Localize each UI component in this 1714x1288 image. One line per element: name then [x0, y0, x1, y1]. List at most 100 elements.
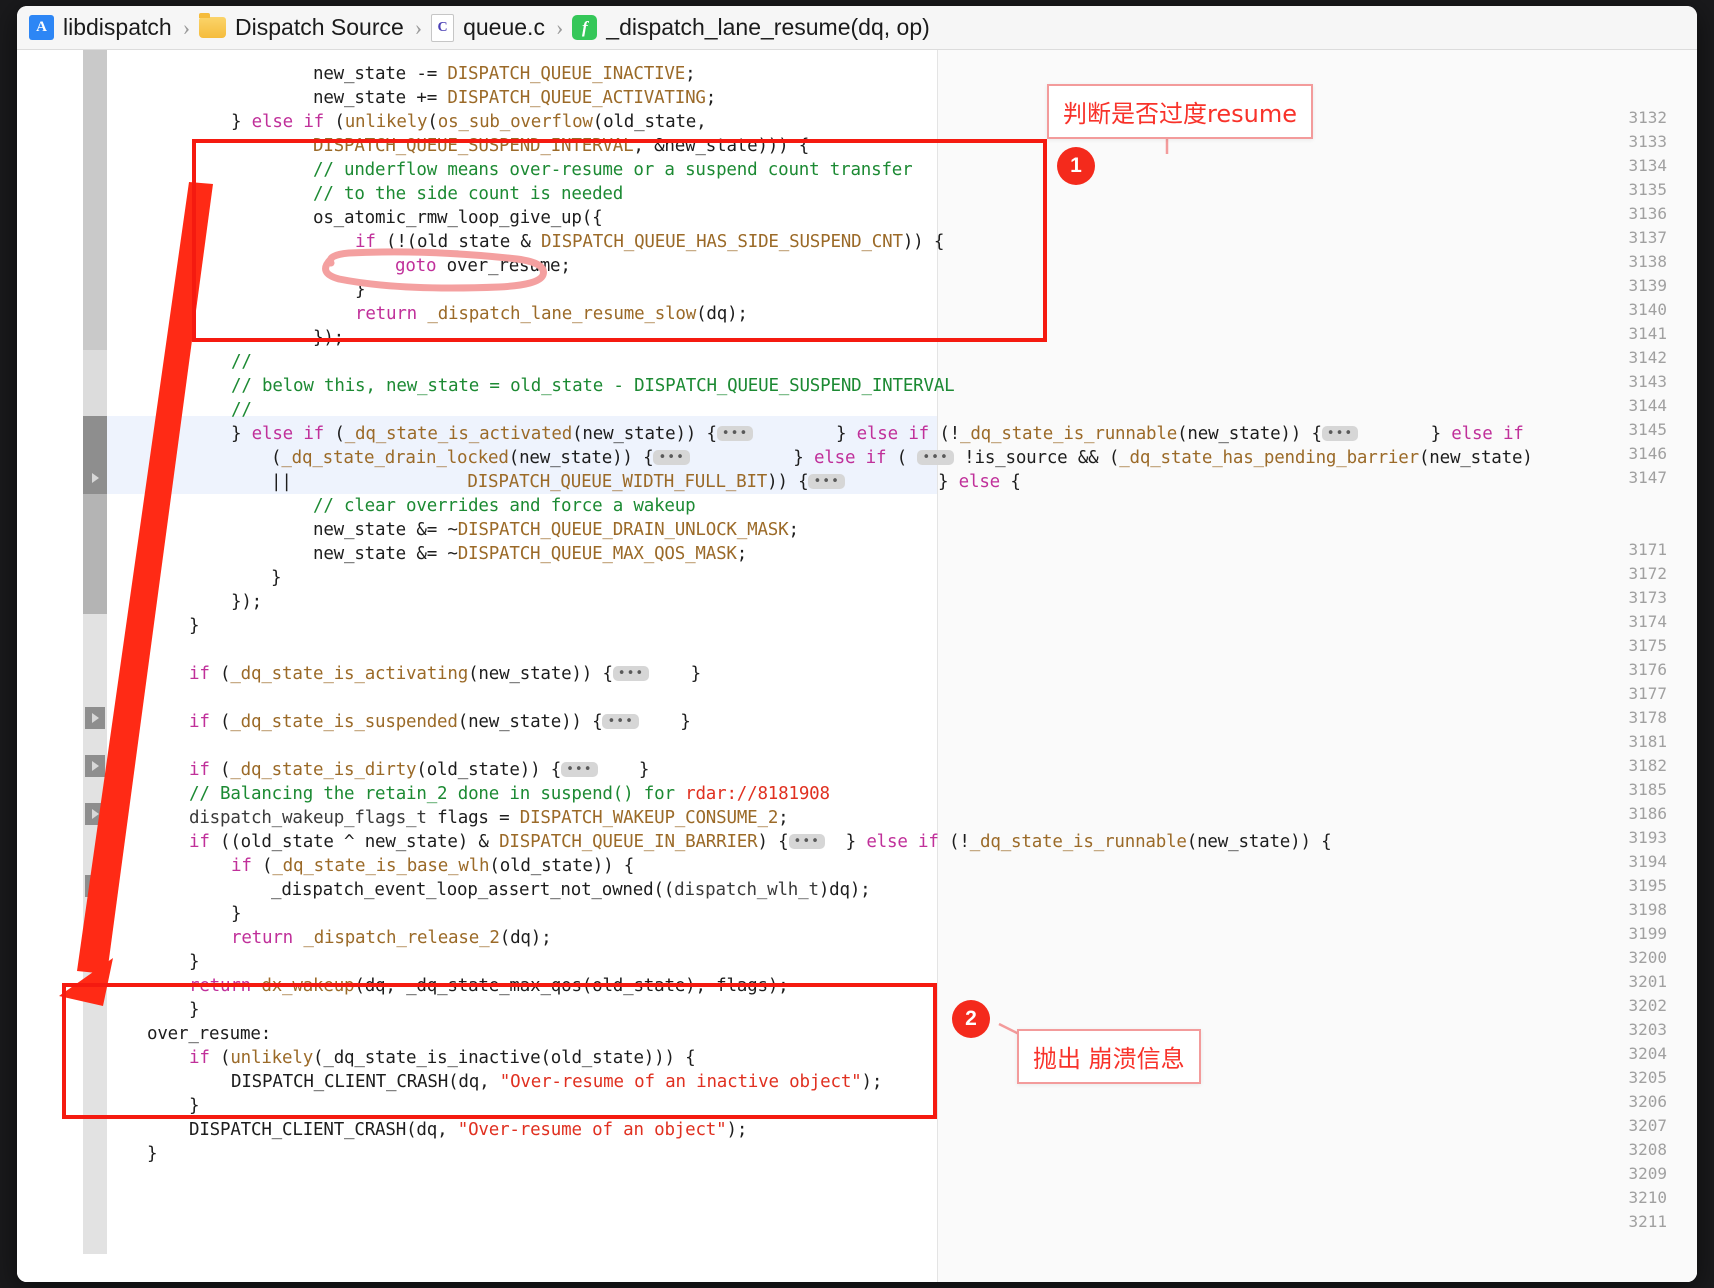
- code-token: }: [189, 952, 200, 972]
- folded-code-placeholder[interactable]: •••: [917, 450, 954, 465]
- code-line: }: [107, 1094, 200, 1118]
- line-number: 3203: [1628, 1020, 1667, 1039]
- folded-code-placeholder[interactable]: •••: [612, 666, 650, 681]
- code-token: )) {: [902, 232, 945, 252]
- breadcrumb-separator: ›: [414, 14, 423, 40]
- code-token: // clear overrides and force a wakeup: [313, 496, 696, 516]
- code-token: }: [231, 424, 252, 444]
- code-token: (: [209, 712, 231, 732]
- breadcrumb-label: libdispatch: [63, 14, 172, 40]
- code-token: else if: [251, 112, 325, 132]
- code-token: DISPATCH_QUEUE_WIDTH_FULL_BIT: [467, 472, 768, 492]
- line-number: 3140: [1628, 300, 1667, 319]
- code-token: if: [189, 712, 210, 732]
- code-token: DISPATCH_QUEUE_INACTIVE: [447, 64, 686, 84]
- code-token: DISPATCH_QUEUE_DRAIN_UNLOCK_MASK: [457, 520, 789, 540]
- code-line: if (_dq_state_is_suspended(new_state)) {…: [107, 710, 691, 734]
- code-line: } else if (_dq_state_is_activated(new_st…: [107, 422, 1524, 446]
- line-number: 3132: [1628, 108, 1667, 127]
- code-line: }: [107, 1142, 158, 1166]
- change-bar-lower: [83, 494, 107, 614]
- code-token: }: [753, 424, 857, 444]
- code-token: DISPATCH_WAKEUP_CONSUME_2: [519, 808, 779, 828]
- code-token: new_state &= ~: [313, 544, 458, 564]
- line-number: 3141: [1628, 324, 1667, 343]
- code-fold-triangle[interactable]: [85, 707, 105, 729]
- code-line: || DISPATCH_QUEUE_WIDTH_FULL_BIT)) {••• …: [107, 470, 1021, 494]
- code-token: //: [231, 400, 252, 420]
- code-token: if: [189, 664, 210, 684]
- code-token: else if: [251, 424, 325, 444]
- line-number: 3205: [1628, 1068, 1667, 1087]
- line-number: 3186: [1628, 804, 1667, 823]
- code-token: (dq,: [354, 976, 407, 996]
- code-token: else: [958, 472, 1001, 492]
- folded-code-placeholder[interactable]: •••: [653, 450, 690, 465]
- code-line: // underflow means over-resume or a susp…: [107, 158, 913, 182]
- code-fold-triangle[interactable]: [85, 467, 105, 489]
- code-token: (: [427, 112, 438, 132]
- breadcrumb-item-file[interactable]: C queue.c: [431, 13, 547, 42]
- line-number: 3144: [1628, 396, 1667, 415]
- breadcrumb-item-folder[interactable]: Dispatch Source: [199, 13, 406, 41]
- folded-code-placeholder[interactable]: •••: [716, 426, 754, 441]
- code-line: return _dispatch_lane_resume_slow(dq);: [107, 302, 748, 326]
- change-bar-mid: [83, 350, 107, 416]
- code-line: // Balancing the retain_2 done in suspen…: [107, 782, 830, 806]
- line-number: 3193: [1628, 828, 1667, 847]
- folded-code-placeholder[interactable]: •••: [1321, 426, 1359, 441]
- code-token: if: [189, 760, 210, 780]
- line-number: 3181: [1628, 732, 1667, 751]
- code-token: (new_state)) {: [468, 664, 613, 684]
- code-token: ((old_state ^ new_state) &: [209, 832, 500, 852]
- annotation-note-1: 判断是否过度resume: [1047, 84, 1313, 139]
- code-fold-triangle[interactable]: [85, 803, 105, 825]
- line-number: 3133: [1628, 132, 1667, 151]
- code-token: ;: [778, 808, 789, 828]
- code-token: }: [649, 664, 702, 684]
- line-number: 3185: [1628, 780, 1667, 799]
- annotation-note-2: 抛出 崩溃信息: [1017, 1029, 1201, 1084]
- code-fold-triangle[interactable]: [85, 755, 105, 777]
- code-token: // to the side count is needed: [313, 184, 624, 204]
- code-token: "Over-resume of an object": [457, 1120, 727, 1140]
- breadcrumb-item-project[interactable]: libdispatch: [29, 14, 174, 41]
- code-token: os_sub_overflow: [437, 112, 593, 132]
- code-token: (: [271, 448, 282, 468]
- folded-code-placeholder[interactable]: •••: [788, 834, 825, 849]
- code-token: ;: [736, 544, 748, 564]
- code-line: return dx_wakeup(dq, _dq_state_max_qos(o…: [107, 974, 789, 998]
- code-token: _dispatch_lane_resume_slow: [427, 304, 697, 324]
- code-token: }: [271, 568, 282, 588]
- code-line: if (!(old_state & DISPATCH_QUEUE_HAS_SID…: [107, 230, 944, 254]
- code-fold-triangle[interactable]: [85, 875, 105, 897]
- breadcrumb-item-function[interactable]: f _dispatch_lane_resume(dq, op): [572, 14, 931, 41]
- code-token: ;: [788, 520, 799, 540]
- code-token: ;: [685, 64, 696, 84]
- folded-code-placeholder[interactable]: •••: [602, 714, 639, 729]
- line-number: 3178: [1628, 708, 1667, 727]
- code-token: _dispatch_release_2: [303, 928, 500, 948]
- screenshot-root: libdispatch › Dispatch Source › C queue.…: [0, 0, 1714, 1288]
- line-number: 3138: [1628, 252, 1667, 271]
- line-number: 3198: [1628, 900, 1667, 919]
- code-line: }: [107, 566, 282, 590]
- code-text-area[interactable]: new_state -= DISPATCH_QUEUE_INACTIVE; new…: [107, 50, 1697, 1282]
- folded-code-placeholder[interactable]: •••: [561, 762, 598, 777]
- code-token: (new_state): [1418, 448, 1533, 468]
- code-token: (new_state)) {: [508, 448, 654, 468]
- code-token: DISPATCH_QUEUE_HAS_SIDE_SUSPEND_CNT: [541, 232, 903, 252]
- code-token: ) {: [757, 832, 789, 852]
- code-line: } else if (unlikely(os_sub_overflow(old_…: [107, 110, 707, 134]
- project-icon: [29, 15, 54, 40]
- folded-code-placeholder[interactable]: •••: [808, 474, 845, 489]
- code-token: return: [189, 976, 252, 996]
- line-number: 3200: [1628, 948, 1667, 967]
- code-token: DISPATCH_QUEUE_MAX_QOS_MASK: [457, 544, 737, 564]
- code-token: if: [355, 232, 376, 252]
- breadcrumb-label: Dispatch Source: [235, 14, 404, 40]
- code-editor[interactable]: new_state -= DISPATCH_QUEUE_INACTIVE; new…: [17, 50, 1697, 1282]
- code-token: DISPATCH_QUEUE_SUSPEND_INTERVAL: [313, 136, 634, 156]
- line-number: 3134: [1628, 156, 1667, 175]
- code-token: )) {: [767, 472, 809, 492]
